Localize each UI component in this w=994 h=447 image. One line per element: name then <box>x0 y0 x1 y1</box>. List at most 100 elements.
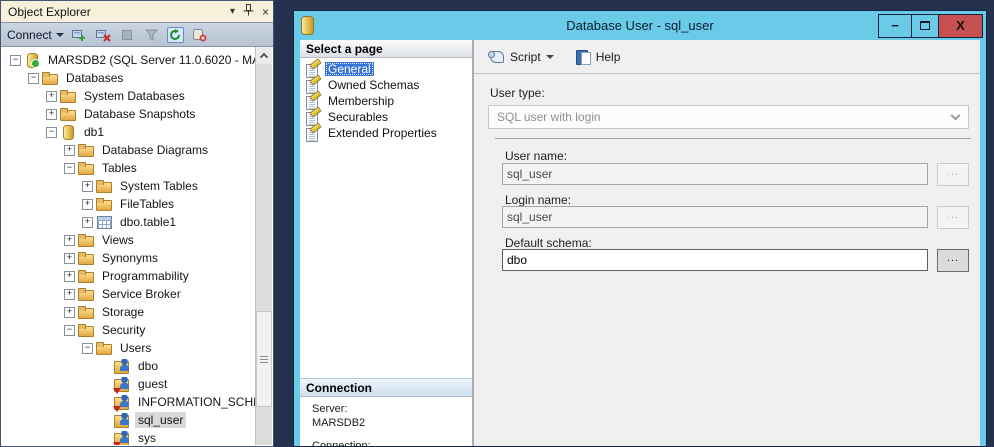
object-explorer-panel: Object Explorer ▾ × Connect <box>0 0 274 447</box>
tree-expander-icon[interactable] <box>64 289 78 300</box>
close-icon[interactable]: × <box>262 6 269 18</box>
user-name-browse-button: ... <box>937 163 969 186</box>
tree-expander-icon[interactable] <box>28 73 42 84</box>
page-list-item[interactable]: Owned Schemas <box>302 77 470 93</box>
object-explorer-toolbar: Connect <box>1 23 273 47</box>
user-type-combobox[interactable]: SQL user with login <box>488 105 969 129</box>
tree-item[interactable]: INFORMATION_SCHEMA <box>2 393 272 411</box>
tree-item[interactable]: dbo <box>2 357 272 375</box>
auto-hide-pin-icon[interactable] <box>243 4 254 19</box>
tree-expander-icon[interactable] <box>46 127 60 138</box>
tree-expander-icon[interactable] <box>64 307 78 318</box>
tree-item[interactable]: sql_user <box>2 411 272 429</box>
tree-item[interactable]: guest <box>2 375 272 393</box>
page-list-item[interactable]: General <box>302 61 470 77</box>
window-position-chevron-icon[interactable]: ▾ <box>230 7 235 17</box>
tree-item[interactable]: Security <box>2 321 272 339</box>
connect-button[interactable]: Connect <box>7 28 64 42</box>
connection-section-header: Connection <box>300 378 472 397</box>
tree-expander-icon[interactable] <box>10 55 24 66</box>
default-schema-label: Default schema: <box>505 236 592 250</box>
tree-item-icon <box>96 340 112 356</box>
tree-vertical-scrollbar[interactable] <box>255 47 272 445</box>
tree-item[interactable]: Users <box>2 339 272 357</box>
page-list-item[interactable]: Securables <box>302 109 470 125</box>
login-name-browse-button: ... <box>937 206 969 229</box>
tree-expander-icon[interactable] <box>64 271 78 282</box>
connect-server-icon[interactable] <box>71 27 88 43</box>
database-user-dialog: Database User - sql_user − X Select a pa… <box>293 10 987 447</box>
script-error-icon[interactable] <box>191 27 208 43</box>
tree-item-icon <box>114 376 130 392</box>
chevron-down-icon <box>546 55 554 59</box>
server-value: MARSDB2 <box>312 416 371 430</box>
select-a-page-pane: Select a page General Owned Schemas <box>300 40 472 446</box>
tree-expander-icon[interactable] <box>100 380 114 389</box>
page-list-item[interactable]: Membership <box>302 93 470 109</box>
tree-item[interactable]: System Tables <box>2 177 272 195</box>
tree-item-icon <box>78 232 94 248</box>
tree-item[interactable]: Views <box>2 231 272 249</box>
tree-item[interactable]: dbo.table1 <box>2 213 272 231</box>
tree-expander-icon[interactable] <box>64 325 78 336</box>
disabled-user-badge-icon <box>113 406 121 412</box>
object-explorer-titlebar[interactable]: Object Explorer ▾ × <box>1 1 273 23</box>
default-schema-browse-button[interactable]: ... <box>937 249 969 272</box>
tree-expander-icon[interactable] <box>100 362 114 371</box>
tree-item-icon <box>78 250 94 266</box>
tree-item[interactable]: db1 <box>2 123 272 141</box>
tree-item[interactable]: Synonyms <box>2 249 272 267</box>
tree-item-icon <box>60 124 76 140</box>
refresh-icon[interactable] <box>167 27 184 43</box>
tree-expander-icon[interactable] <box>46 91 60 102</box>
chevron-down-icon <box>56 33 64 37</box>
tree-expander-icon[interactable] <box>64 145 78 156</box>
tree-item[interactable]: Service Broker <box>2 285 272 303</box>
tree-expander-icon[interactable] <box>100 416 114 425</box>
help-button[interactable]: Help <box>572 47 625 67</box>
filter-icon <box>143 27 160 43</box>
tree-item-icon <box>96 196 112 212</box>
page-list-item[interactable]: Extended Properties <box>302 125 470 141</box>
script-button[interactable]: Script <box>484 47 558 67</box>
object-explorer-tree: MARSDB2 (SQL Server 11.0.6020 - MARSD Da… <box>2 47 272 445</box>
tree-expander-icon[interactable] <box>100 398 114 407</box>
script-scroll-icon <box>488 50 505 64</box>
tree-item[interactable]: Databases <box>2 69 272 87</box>
tree-expander-icon[interactable] <box>64 235 78 246</box>
tree-item-icon <box>114 358 130 374</box>
tree-expander-icon[interactable] <box>82 181 96 192</box>
tree-item[interactable]: MARSDB2 (SQL Server 11.0.6020 - MARSD <box>2 51 272 69</box>
close-button[interactable]: X <box>938 15 982 37</box>
dialog-titlebar[interactable]: Database User - sql_user − X <box>294 11 986 40</box>
default-schema-input[interactable]: dbo <box>502 249 928 271</box>
tree-item-icon <box>78 268 94 284</box>
connection-label: Connection: <box>312 439 371 447</box>
tree-item[interactable]: Storage <box>2 303 272 321</box>
scrollbar-up-button[interactable] <box>256 47 272 64</box>
tree-expander-icon[interactable] <box>100 434 114 443</box>
login-name-input[interactable]: sql_user <box>502 206 928 228</box>
tree-expander-icon[interactable] <box>82 199 96 210</box>
tree-item[interactable]: System Databases <box>2 87 272 105</box>
scrollbar-thumb[interactable] <box>256 311 272 407</box>
tree-item[interactable]: Programmability <box>2 267 272 285</box>
disabled-user-badge-icon <box>113 388 121 394</box>
tree-item-icon <box>96 178 112 194</box>
tree-item[interactable]: sys <box>2 429 272 445</box>
tree-item[interactable]: Database Snapshots <box>2 105 272 123</box>
chevron-down-icon <box>951 111 961 121</box>
disconnect-server-icon[interactable] <box>95 27 112 43</box>
tree-item[interactable]: FileTables <box>2 195 272 213</box>
tree-item[interactable]: Tables <box>2 159 272 177</box>
tree-expander-icon[interactable] <box>82 217 96 228</box>
user-name-input[interactable]: sql_user <box>502 163 928 185</box>
tree-item-icon <box>114 412 130 428</box>
tree-expander-icon[interactable] <box>46 109 60 120</box>
tree-expander-icon[interactable] <box>64 253 78 264</box>
minimize-button[interactable]: − <box>879 15 911 37</box>
tree-expander-icon[interactable] <box>64 163 78 174</box>
maximize-button[interactable] <box>911 15 938 37</box>
tree-item[interactable]: Database Diagrams <box>2 141 272 159</box>
tree-expander-icon[interactable] <box>82 343 96 354</box>
